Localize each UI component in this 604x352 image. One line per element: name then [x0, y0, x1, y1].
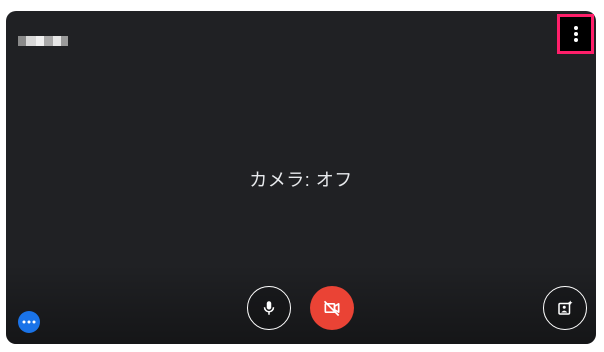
assistant-button[interactable]: [18, 311, 40, 333]
camera-preview: カメラ: オフ: [6, 11, 596, 344]
more-horiz-icon: [22, 320, 36, 324]
camera-status-text: カメラ: オフ: [249, 170, 353, 190]
mic-icon: [263, 301, 275, 315]
more-vert-icon: [574, 26, 578, 42]
camera-toggle-button[interactable]: [310, 286, 354, 330]
more-options-highlight: [557, 14, 594, 54]
microphone-button[interactable]: [247, 286, 291, 330]
participant-name-redacted: [18, 36, 68, 46]
page: カメラ: オフ: [0, 0, 604, 352]
visual-effects-icon: [558, 300, 573, 315]
visual-effects-button[interactable]: [543, 286, 587, 330]
more-options-button[interactable]: [563, 20, 589, 48]
videocam-off-icon: [323, 300, 340, 317]
